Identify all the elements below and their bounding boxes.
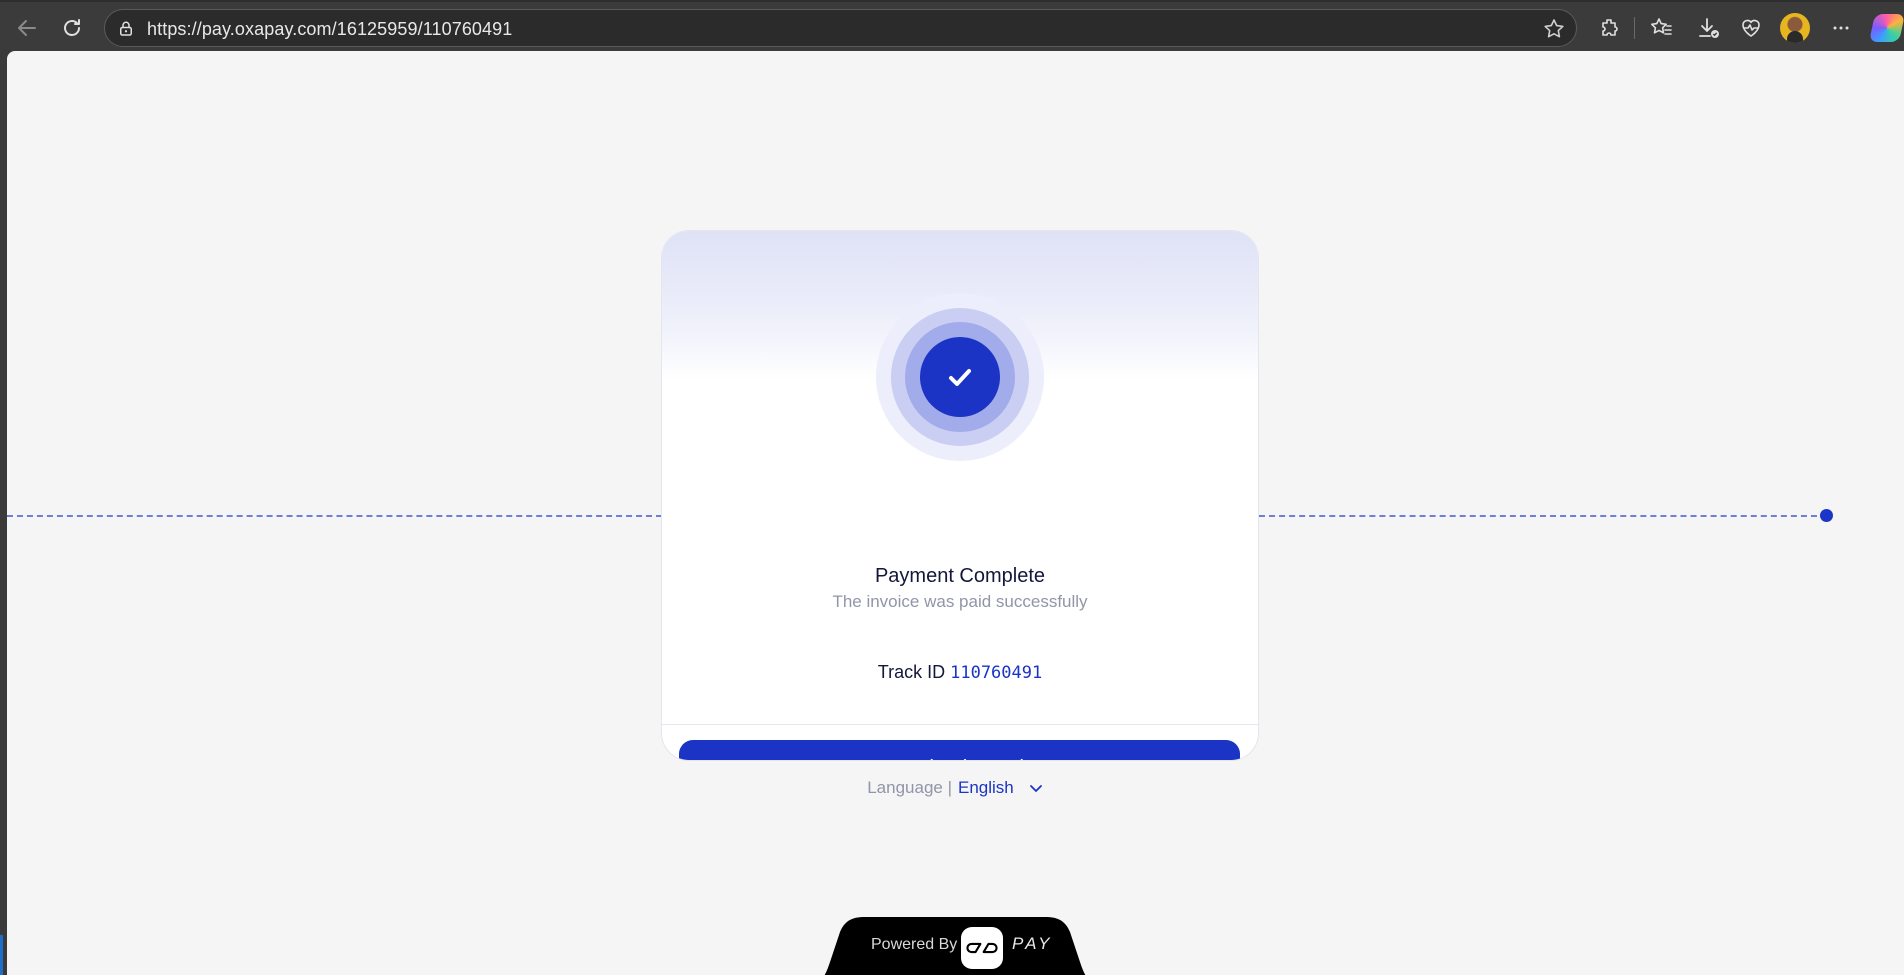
language-selector[interactable]: Language | English bbox=[7, 778, 1904, 798]
back-arrow-icon[interactable] bbox=[9, 10, 45, 46]
health-icon[interactable] bbox=[1733, 10, 1769, 46]
language-label: Language | bbox=[867, 778, 952, 797]
success-badge bbox=[876, 293, 1044, 461]
oxapay-logo-icon bbox=[961, 927, 1003, 969]
profile-avatar[interactable] bbox=[1780, 13, 1810, 43]
track-id-value[interactable]: 110760491 bbox=[950, 663, 1042, 683]
refresh-icon[interactable] bbox=[54, 10, 90, 46]
more-icon[interactable] bbox=[1823, 10, 1859, 46]
progress-dashed-line-left bbox=[7, 515, 662, 517]
language-value[interactable]: English bbox=[958, 778, 1014, 798]
progress-dashed-line-right bbox=[1259, 515, 1827, 517]
browser-toolbar: https://pay.oxapay.com/16125959/11076049… bbox=[0, 0, 1904, 51]
progress-dot bbox=[1820, 509, 1833, 522]
download-receipt-button[interactable]: Download Receipt bbox=[679, 740, 1240, 760]
brand-text: PAY bbox=[1012, 934, 1053, 953]
payment-subtitle: The invoice was paid successfully bbox=[832, 592, 1088, 611]
checkmark-icon bbox=[920, 337, 1000, 417]
address-bar[interactable]: https://pay.oxapay.com/16125959/11076049… bbox=[104, 9, 1577, 47]
extensions-icon[interactable] bbox=[1592, 10, 1628, 46]
powered-by-footer: Powered By PAY bbox=[805, 917, 1105, 975]
lock-icon[interactable] bbox=[115, 18, 137, 40]
copilot-icon[interactable] bbox=[1869, 14, 1904, 42]
url-text[interactable]: https://pay.oxapay.com/16125959/11076049… bbox=[147, 19, 512, 40]
downloads-icon[interactable] bbox=[1690, 10, 1726, 46]
star-icon[interactable] bbox=[1542, 17, 1566, 41]
payment-title: Payment Complete bbox=[874, 565, 1046, 587]
chevron-down-icon[interactable] bbox=[1028, 780, 1044, 796]
track-id-row: Track ID 110760491 bbox=[662, 662, 1258, 683]
favorites-icon[interactable] bbox=[1643, 10, 1679, 46]
card-divider bbox=[662, 724, 1258, 725]
track-id-label: Track ID bbox=[877, 662, 946, 682]
page-viewport: Payment Complete The invoice was paid su… bbox=[7, 51, 1904, 975]
window-edge bbox=[0, 51, 7, 975]
powered-by-label: Powered By bbox=[871, 936, 958, 953]
toolbar-separator bbox=[1634, 17, 1635, 39]
payment-card: Payment Complete The invoice was paid su… bbox=[661, 230, 1259, 761]
